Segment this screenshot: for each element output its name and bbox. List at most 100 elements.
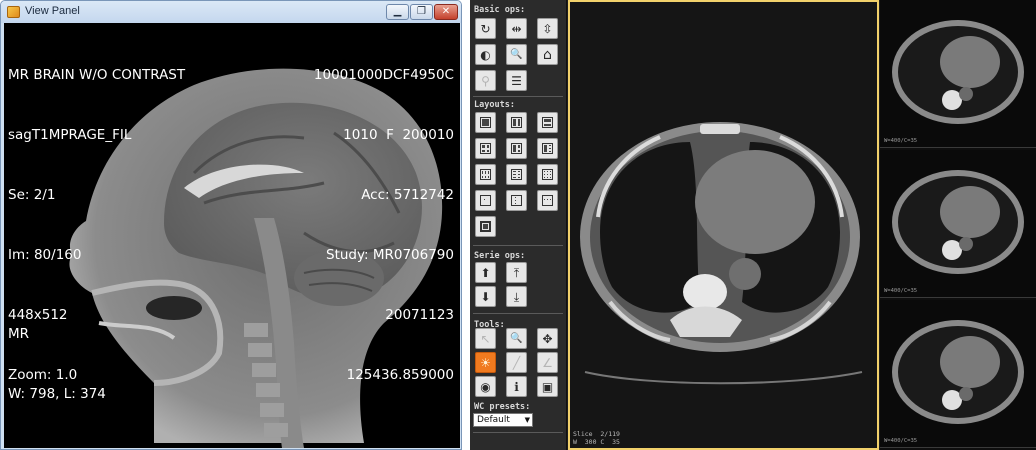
refresh-button[interactable]: ↻ [475, 18, 496, 39]
thumbnail-overlay: W=400/C=35 [884, 438, 918, 444]
close-button[interactable]: ✕ [434, 4, 458, 20]
line-measure-tool-button[interactable]: ╱ [506, 352, 527, 373]
arrow-bottom-icon: ⤓ [513, 289, 520, 304]
info-icon: ℹ [514, 379, 519, 394]
layout-custom-button[interactable] [475, 216, 496, 237]
layout-3x3-icon [542, 169, 553, 180]
dicom-web-viewer: Basic ops: ↻ ⇹ ⇳ ◐ 🔍 ⌂ ⚲ ☰ Layouts: Seri… [470, 0, 1036, 450]
flip-vertical-button[interactable]: ⇳ [537, 18, 558, 39]
mr-modality: MR [8, 326, 30, 342]
view-panel-window: View Panel ▁ ❐ ✕ MR BRAIN W/O CONTRAST s… [0, 0, 462, 450]
arrow-up-icon: ⬆ [480, 265, 491, 280]
maximize-button[interactable]: ❐ [410, 4, 433, 20]
layout-3x2-icon [511, 169, 522, 180]
zoom-tool-icon: 🔍 [510, 332, 523, 344]
wc-presets-label: WC presets: [474, 402, 531, 412]
zoom-button[interactable]: 🔍 [506, 44, 527, 65]
refresh-icon: ↻ [480, 21, 491, 36]
slice-indicator: Slice 2/119 [573, 430, 620, 438]
screenshot-icon: ▣ [541, 379, 554, 394]
layout-1x2-button[interactable] [506, 112, 527, 133]
layouts-label: Layouts: [474, 100, 515, 110]
layout-3x4-icon [542, 195, 553, 206]
layout-3x1-icon [542, 143, 553, 154]
mr-overlay-bottom-left: MR W: 798, L: 374 [8, 284, 106, 444]
thumbnail-2[interactable]: W=400/C=35 [880, 150, 1036, 298]
home-icon: ⌂ [543, 46, 552, 63]
divider [473, 96, 563, 97]
basic-ops-label: Basic ops: [474, 5, 526, 15]
mr-series-number: Se: 2/1 [8, 187, 56, 203]
pan-tool-button[interactable]: ✥ [537, 328, 558, 349]
mr-image-viewport[interactable]: MR BRAIN W/O CONTRAST sagT1MPRAGE_FIL Se… [4, 23, 460, 448]
mr-accession: Acc: 5712742 [361, 187, 454, 203]
layout-3x2-button[interactable] [506, 164, 527, 185]
mr-image-number: Im: 80/160 [8, 247, 82, 263]
app-icon [7, 6, 20, 18]
layout-2x3-button[interactable] [475, 164, 496, 185]
ct-chest-axial-image [580, 122, 863, 385]
screenshot-tool-button[interactable]: ▣ [537, 376, 558, 397]
thumbnail-3[interactable]: W=400/C=35 [880, 300, 1036, 448]
mr-window-level: W: 798, L: 374 [8, 386, 106, 402]
layout-1x3-button[interactable] [506, 138, 527, 159]
serie-ops-label: Serie ops: [474, 251, 526, 261]
layout-3x3-button[interactable] [537, 164, 558, 185]
angle-measure-icon: ∠ [542, 355, 553, 370]
window-titlebar[interactable]: View Panel ▁ ❐ ✕ [1, 1, 461, 23]
last-image-button[interactable]: ⤓ [506, 286, 527, 307]
next-image-button[interactable]: ⬇ [475, 286, 496, 307]
layout-2x2-icon [480, 143, 491, 154]
first-image-button[interactable]: ⤒ [506, 262, 527, 283]
arrow-down-icon: ⬇ [480, 289, 491, 304]
mr-study-date: 20071123 [385, 307, 454, 323]
angle-measure-tool-button[interactable]: ∠ [537, 352, 558, 373]
window-level-tool-button[interactable]: ☀ [475, 352, 496, 373]
previous-image-button[interactable]: ⬆ [475, 262, 496, 283]
layout-3x4-button[interactable] [537, 190, 558, 211]
zoom-tool-button[interactable]: 🔍 [506, 328, 527, 349]
zoom-icon: 🔍 [510, 48, 523, 60]
layout-4x3-button[interactable] [506, 190, 527, 211]
ct-thumbnail-image [892, 20, 1024, 124]
main-ct-viewport[interactable]: Slice 2/119 W 300 C 35 [568, 0, 879, 450]
thumbnail-overlay: W=400/C=35 [884, 288, 918, 294]
mr-study-id: Study: MR0706790 [326, 247, 454, 263]
layout-2x2-button[interactable] [475, 138, 496, 159]
line-measure-icon: ╱ [512, 355, 521, 370]
reset-view-button[interactable]: ⌂ [537, 44, 558, 65]
thumbnail-overlay: W=400/C=35 [884, 138, 918, 144]
layout-4x3-icon [511, 195, 522, 206]
layout-3x1-button[interactable] [537, 138, 558, 159]
layout-2x1-button[interactable] [537, 112, 558, 133]
wc-presets-select[interactable]: Default ▼ [473, 413, 533, 427]
divider [473, 432, 563, 433]
mr-patient-info: 1010 F 200010 [343, 127, 454, 143]
mr-overlay-top-right: 10001000DCF4950C 1010 F 200010 Acc: 5712… [314, 25, 454, 425]
divider [473, 245, 563, 246]
layout-1x1-icon [480, 117, 491, 128]
thumbnail-1[interactable]: W=400/C=35 [880, 0, 1036, 148]
eye-tool-button[interactable]: ◉ [475, 376, 496, 397]
layout-1x3-icon [511, 143, 522, 154]
eye-icon: ◉ [480, 379, 491, 394]
flip-horizontal-button[interactable]: ⇹ [506, 18, 527, 39]
magnifier-button[interactable]: ⚲ [475, 70, 496, 91]
pointer-tool-button[interactable]: ↖ [475, 328, 496, 349]
mr-series-description: sagT1MPRAGE_FIL [8, 127, 132, 143]
layers-button[interactable]: ☰ [506, 70, 527, 91]
layers-icon: ☰ [511, 73, 522, 88]
flip-horizontal-icon: ⇹ [511, 21, 522, 36]
pan-icon: ✥ [542, 331, 553, 346]
mr-patient-id: 10001000DCF4950C [313, 67, 454, 83]
layout-4x4-button[interactable] [475, 190, 496, 211]
layout-1x1-button[interactable] [475, 112, 496, 133]
invert-button[interactable]: ◐ [475, 44, 496, 65]
mr-study-time: 125436.859000 [346, 367, 454, 383]
minimize-button[interactable]: ▁ [386, 4, 409, 20]
window-center-indicator: W 300 C 35 [573, 438, 620, 446]
layout-2x1-icon [542, 117, 553, 128]
window-title: View Panel [25, 5, 80, 17]
layout-1x2-icon [511, 117, 522, 128]
info-tool-button[interactable]: ℹ [506, 376, 527, 397]
